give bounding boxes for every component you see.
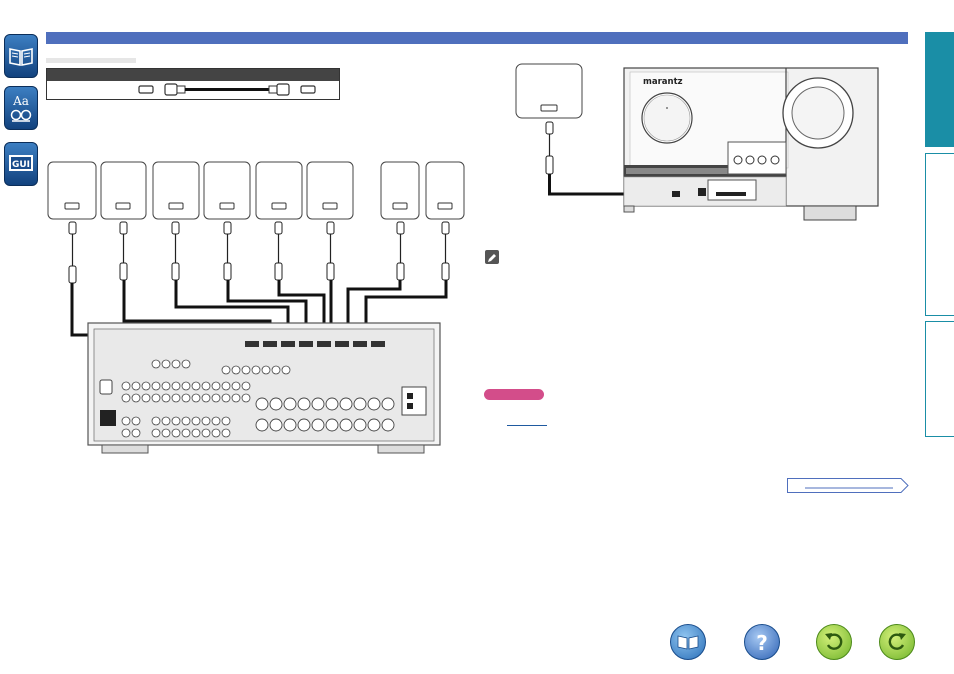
svg-text:?: ?: [756, 631, 768, 654]
brand-logo: marantz: [643, 77, 683, 87]
hdmi-cable-icon: [138, 83, 316, 96]
svg-text:Aa: Aa: [12, 94, 29, 108]
manual-contents-icon[interactable]: [670, 624, 706, 660]
help-icon[interactable]: ?: [744, 624, 780, 660]
side-tab-2[interactable]: [925, 153, 954, 316]
cable-legend-header: [47, 69, 339, 81]
svg-text:GUI: GUI: [12, 160, 30, 170]
manual-book-icon[interactable]: [4, 34, 38, 78]
back-icon[interactable]: [816, 624, 852, 660]
rear-panel-connection-diagram: [47, 161, 465, 454]
glossary-icon[interactable]: Aa: [4, 86, 38, 130]
side-tab-3[interactable]: [925, 321, 954, 437]
forward-icon[interactable]: [879, 624, 915, 660]
front-panel-connection-diagram: marantz: [515, 63, 879, 221]
reference-link-arrow[interactable]: [787, 478, 909, 493]
side-tab-active[interactable]: [925, 32, 954, 147]
heading-placeholder-line: [46, 58, 136, 63]
note-label-pill: [484, 389, 544, 400]
pencil-icon: [485, 250, 499, 264]
cable-legend-box: [46, 68, 340, 100]
gui-menu-icon[interactable]: GUI: [4, 142, 38, 186]
source-devices: [47, 161, 465, 220]
section-header-bar: [46, 32, 908, 44]
reference-link[interactable]: [507, 425, 547, 426]
